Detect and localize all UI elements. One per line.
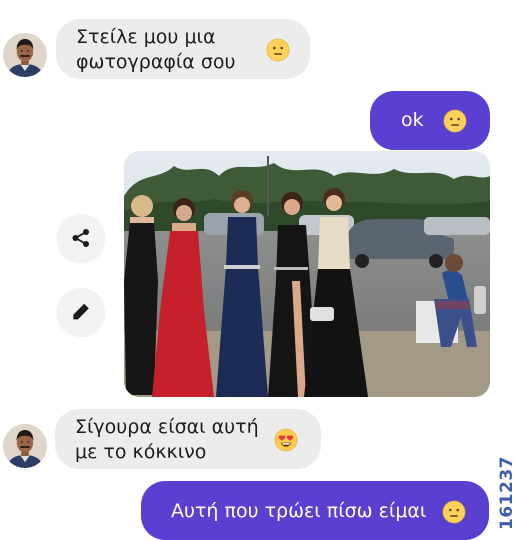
watermark-id: 161237	[497, 455, 518, 530]
neutral-face-icon	[266, 38, 290, 62]
message-bubble-incoming[interactable]: Σίγουρα είσαι αυτή με το κόκκινο	[55, 409, 321, 469]
message-text: ok	[401, 109, 424, 131]
contact-avatar[interactable]	[3, 33, 47, 77]
neutral-face-icon	[442, 500, 466, 524]
message-text: Αυτή που τρώει πίσω είμαι	[171, 500, 427, 522]
message-bubble-outgoing[interactable]: ok	[370, 91, 490, 150]
pencil-icon	[73, 303, 89, 320]
neutral-face-icon	[443, 109, 467, 133]
heart-eyes-face-icon	[274, 428, 298, 452]
share-button[interactable]	[57, 214, 105, 262]
watermark: 161237	[492, 455, 521, 530]
share-icon	[72, 229, 89, 247]
message-line: φωτογραφία σου	[76, 51, 236, 73]
photo-image	[124, 151, 490, 397]
photo-attachment[interactable]	[124, 151, 490, 397]
message-bubble-incoming[interactable]: Στείλε μου μια φωτογραφία σου	[56, 19, 310, 79]
message-bubble-outgoing[interactable]: Αυτή που τρώει πίσω είμαι	[141, 481, 489, 540]
message-line: Στείλε μου μια	[76, 26, 216, 48]
message-line: με το κόκκινο	[75, 441, 207, 463]
contact-avatar[interactable]	[3, 424, 47, 468]
message-line: Σίγουρα είσαι αυτή	[75, 416, 259, 438]
edit-button[interactable]	[57, 288, 105, 336]
